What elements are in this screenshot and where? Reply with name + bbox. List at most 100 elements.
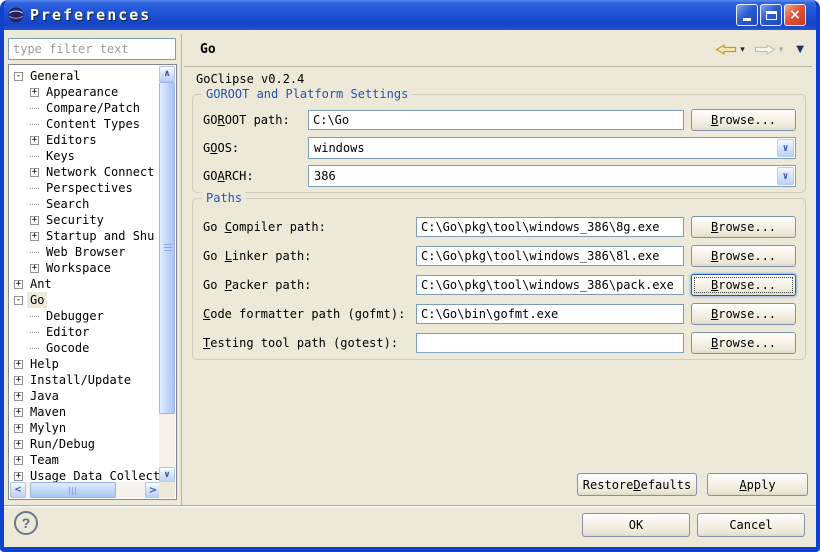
view-menu-icon[interactable]: ▼ xyxy=(796,44,804,55)
expand-icon[interactable]: + xyxy=(14,456,23,465)
tree-vertical-scrollbar[interactable]: ∧ ∨ xyxy=(159,66,175,483)
tree-item-network-connect[interactable]: +Network Connect xyxy=(10,164,160,180)
browse-button-go-linker-path[interactable]: Browse... xyxy=(691,245,796,267)
field-goroot-path[interactable] xyxy=(308,110,684,130)
form-row-goroot-path: GOROOT path: Browse... xyxy=(203,109,796,131)
browse-button-go-compiler-path[interactable]: Browse... xyxy=(691,216,796,238)
tree-item-label: Editor xyxy=(43,324,92,340)
browse-button-go-packer-path[interactable]: Browse... xyxy=(691,274,796,296)
expand-icon[interactable]: + xyxy=(14,424,23,433)
tree-item-install-update[interactable]: +Install/Update xyxy=(10,372,160,388)
tree-item-general[interactable]: -General xyxy=(10,68,160,84)
tree-item-editors[interactable]: + Editors xyxy=(10,132,160,148)
chevron-down-icon[interactable]: ∨ xyxy=(777,167,794,185)
chevron-down-icon[interactable]: ∨ xyxy=(777,139,794,157)
field-code-formatter-path-gofmt[interactable] xyxy=(416,304,684,324)
field-go-packer-path[interactable] xyxy=(416,275,684,295)
scroll-down-icon[interactable]: ∨ xyxy=(159,467,175,483)
field-go-linker-path[interactable] xyxy=(416,246,684,266)
browse-button-testing-tool-path-gotest[interactable]: Browse... xyxy=(691,332,796,354)
go-preferences-panel: Go ▾ ▾ ▼ GoClipse v0.2.4 GOROOT and Plat… xyxy=(182,30,816,505)
close-button[interactable]: × xyxy=(784,4,806,26)
forward-icon[interactable] xyxy=(754,42,776,57)
back-icon[interactable] xyxy=(715,42,737,57)
apply-button[interactable]: Apply xyxy=(707,473,808,496)
tree-item-workspace[interactable]: +Workspace xyxy=(10,260,160,276)
tree-horizontal-scrollbar[interactable]: < > xyxy=(10,482,161,498)
tree-item-label: Startup and Shu xyxy=(43,228,157,244)
titlebar[interactable]: Preferences × xyxy=(0,0,820,30)
field-testing-tool-path-gotest[interactable] xyxy=(416,333,684,353)
tree-item-security[interactable]: + Security xyxy=(10,212,160,228)
expand-icon[interactable]: + xyxy=(14,280,23,289)
expand-icon[interactable]: + xyxy=(30,88,39,97)
expand-icon[interactable]: + xyxy=(30,264,39,273)
expand-icon[interactable]: + xyxy=(30,216,39,225)
panel-header: Go ▾ ▾ ▼ xyxy=(182,30,816,66)
back-history-caret-icon[interactable]: ▾ xyxy=(740,45,745,55)
tree-item-content-types[interactable]: Content Types xyxy=(10,116,160,132)
expand-icon[interactable]: + xyxy=(30,232,39,241)
expand-icon[interactable]: + xyxy=(14,392,23,401)
expand-icon[interactable]: + xyxy=(14,440,23,449)
tree-item-gocode[interactable]: Gocode xyxy=(10,340,160,356)
form-row-goarch: GOARCH:386∨ xyxy=(203,165,796,187)
label-goroot-path: GOROOT path: xyxy=(203,113,308,127)
tree-item-startup-and-shu[interactable]: + Startup and Shu xyxy=(10,228,160,244)
cancel-button[interactable]: Cancel xyxy=(697,513,805,537)
expand-icon[interactable]: + xyxy=(14,376,23,385)
expand-icon[interactable]: + xyxy=(14,408,23,417)
tree-item-keys[interactable]: Keys xyxy=(10,148,160,164)
expand-icon[interactable]: + xyxy=(14,472,23,481)
tree-item-ant[interactable]: +Ant xyxy=(10,276,160,292)
ok-button[interactable]: OK xyxy=(582,513,690,537)
restore-defaults-button[interactable]: Restore Defaults xyxy=(577,473,697,496)
tree-item-compare-patch[interactable]: Compare/Patch xyxy=(10,100,160,116)
help-button[interactable]: ? xyxy=(14,511,38,535)
form-row-go-compiler-path: Go Compiler path:Browse... xyxy=(203,216,796,238)
label-code-formatter-path-gofmt: Code formatter path (gofmt): xyxy=(203,307,416,321)
scroll-left-icon[interactable]: < xyxy=(10,482,26,498)
browse-button-code-formatter-path-gofmt[interactable]: Browse... xyxy=(691,303,796,325)
browse-button-goroot-path[interactable]: Browse... xyxy=(691,109,796,131)
tree-item-java[interactable]: +Java xyxy=(10,388,160,404)
forward-history-caret-icon[interactable]: ▾ xyxy=(779,45,784,55)
tree-item-label: Security xyxy=(43,212,107,228)
tree-item-run-debug[interactable]: +Run/Debug xyxy=(10,436,160,452)
horizontal-scroll-thumb[interactable] xyxy=(30,482,116,498)
tree-item-perspectives[interactable]: Perspectives xyxy=(10,180,160,196)
tree-item-label: Search xyxy=(43,196,92,212)
close-icon: × xyxy=(789,7,801,23)
field-go-compiler-path[interactable] xyxy=(416,217,684,237)
maximize-button[interactable] xyxy=(760,4,782,26)
tree-item-search[interactable]: Search xyxy=(10,196,160,212)
tree-item-team[interactable]: +Team xyxy=(10,452,160,468)
tree-item-debugger[interactable]: Debugger xyxy=(10,308,160,324)
paths-group: Paths Go Compiler path:Browse...Go Linke… xyxy=(192,198,806,360)
combo-goos[interactable]: windows∨ xyxy=(308,137,796,159)
tree-item-appearance[interactable]: +Appearance xyxy=(10,84,160,100)
header-separator xyxy=(184,66,812,67)
tree-item-help[interactable]: +Help xyxy=(10,356,160,372)
expand-icon[interactable]: + xyxy=(30,136,39,145)
page-title: Go xyxy=(200,42,216,57)
expand-icon[interactable]: + xyxy=(30,168,39,177)
scroll-up-icon[interactable]: ∧ xyxy=(159,66,175,82)
tree-connector xyxy=(30,252,39,253)
tree-item-label: Editors xyxy=(43,132,100,148)
tree-item-usage-data-collect[interactable]: +Usage Data Collect xyxy=(10,468,160,483)
filter-input[interactable] xyxy=(8,38,176,60)
vertical-scroll-thumb[interactable] xyxy=(159,82,175,414)
collapse-icon[interactable]: - xyxy=(14,296,23,305)
collapse-icon[interactable]: - xyxy=(14,72,23,81)
tree-item-go[interactable]: -Go xyxy=(10,292,160,308)
combo-goarch[interactable]: 386∨ xyxy=(308,165,796,187)
tree-item-maven[interactable]: +Maven xyxy=(10,404,160,420)
tree-item-mylyn[interactable]: +Mylyn xyxy=(10,420,160,436)
tree-item-editor[interactable]: Editor xyxy=(10,324,160,340)
expand-icon[interactable]: + xyxy=(14,360,23,369)
minimize-button[interactable] xyxy=(736,4,758,26)
goroot-settings-rows: GOROOT path:Browse...GOOS:windows∨GOARCH… xyxy=(193,95,805,187)
tree-connector xyxy=(30,332,39,333)
tree-item-web-browser[interactable]: Web Browser xyxy=(10,244,160,260)
